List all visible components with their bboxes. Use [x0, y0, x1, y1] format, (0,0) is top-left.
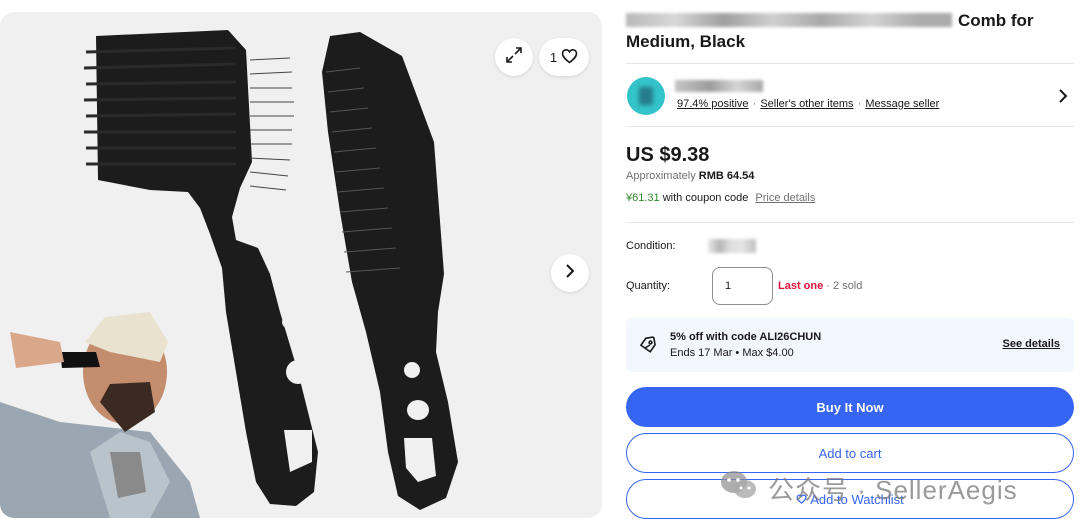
see-details-link[interactable]: See details — [1003, 338, 1060, 350]
quantity-label: Quantity: — [626, 280, 671, 292]
item-title-line2: Medium, Black — [626, 32, 746, 51]
separator: · — [752, 98, 757, 110]
barber-photo-graphic — [0, 312, 200, 518]
item-title-visible: Comb for — [958, 11, 1034, 30]
coupon-price: ¥61.31 with coupon code Price details — [626, 192, 815, 204]
heart-icon — [796, 492, 807, 507]
watchlist-label: Add to Watchlist — [810, 491, 904, 507]
expand-icon — [505, 46, 523, 69]
last-one-badge: Last one — [778, 280, 824, 292]
next-image-button[interactable] — [551, 254, 589, 292]
right-comb-graphic — [322, 32, 458, 510]
product-image — [0, 30, 458, 518]
promo-terms: Ends 17 Mar • Max $4.00 — [670, 347, 794, 359]
add-to-watchlist-button[interactable]: Add to Watchlist — [626, 479, 1074, 519]
coupon-promo-banner: 5% off with code ALI26CHUN Ends 17 Mar •… — [626, 318, 1074, 372]
promo-headline: 5% off with code ALI26CHUN — [670, 331, 822, 343]
sold-count: · 2 sold — [826, 280, 863, 292]
expand-image-button[interactable] — [495, 38, 533, 76]
favorite-count: 1 — [549, 49, 558, 65]
divider — [626, 126, 1074, 127]
listing-details: Comb for Medium, Black 97.4% positive · … — [626, 10, 1076, 519]
item-price: US $9.38 — [626, 144, 710, 166]
separator: · — [857, 98, 862, 110]
divider — [626, 222, 1074, 223]
price-tag-icon — [638, 335, 658, 360]
add-to-cart-button[interactable]: Add to cart — [626, 433, 1074, 473]
heart-icon — [561, 48, 578, 67]
watch-count-button[interactable]: 1 — [539, 38, 589, 76]
seller-links: 97.4% positive · Seller's other items · … — [677, 98, 939, 110]
approx-prefix: Approximately — [626, 170, 696, 182]
seller-avatar[interactable] — [627, 77, 665, 115]
coupon-value: ¥61.31 — [626, 192, 660, 204]
approximate-price: Approximately RMB 64.54 — [626, 170, 754, 182]
redacted-condition-value — [708, 239, 756, 253]
buy-it-now-button[interactable]: Buy It Now — [626, 387, 1074, 427]
stock-status: Last one · 2 sold — [778, 280, 862, 292]
seller-other-items-link[interactable]: Seller's other items — [760, 98, 853, 110]
item-title: Comb for Medium, Black — [626, 10, 1076, 52]
redacted-seller-name — [675, 80, 763, 92]
image-gallery[interactable]: 1 — [0, 12, 602, 518]
seller-card[interactable]: 97.4% positive · Seller's other items · … — [626, 76, 1074, 116]
seller-feedback-link[interactable]: 97.4% positive — [677, 98, 749, 110]
divider — [626, 63, 1074, 64]
price-details-link[interactable]: Price details — [755, 192, 815, 204]
chevron-right-icon — [564, 263, 576, 284]
coupon-text: with coupon code — [662, 192, 749, 204]
condition-label: Condition: — [626, 240, 676, 252]
redacted-title-text — [626, 13, 952, 27]
approx-value: RMB 64.54 — [698, 170, 755, 182]
quantity-input[interactable] — [712, 267, 773, 305]
chevron-right-icon[interactable] — [1058, 88, 1068, 109]
message-seller-link[interactable]: Message seller — [865, 98, 939, 110]
